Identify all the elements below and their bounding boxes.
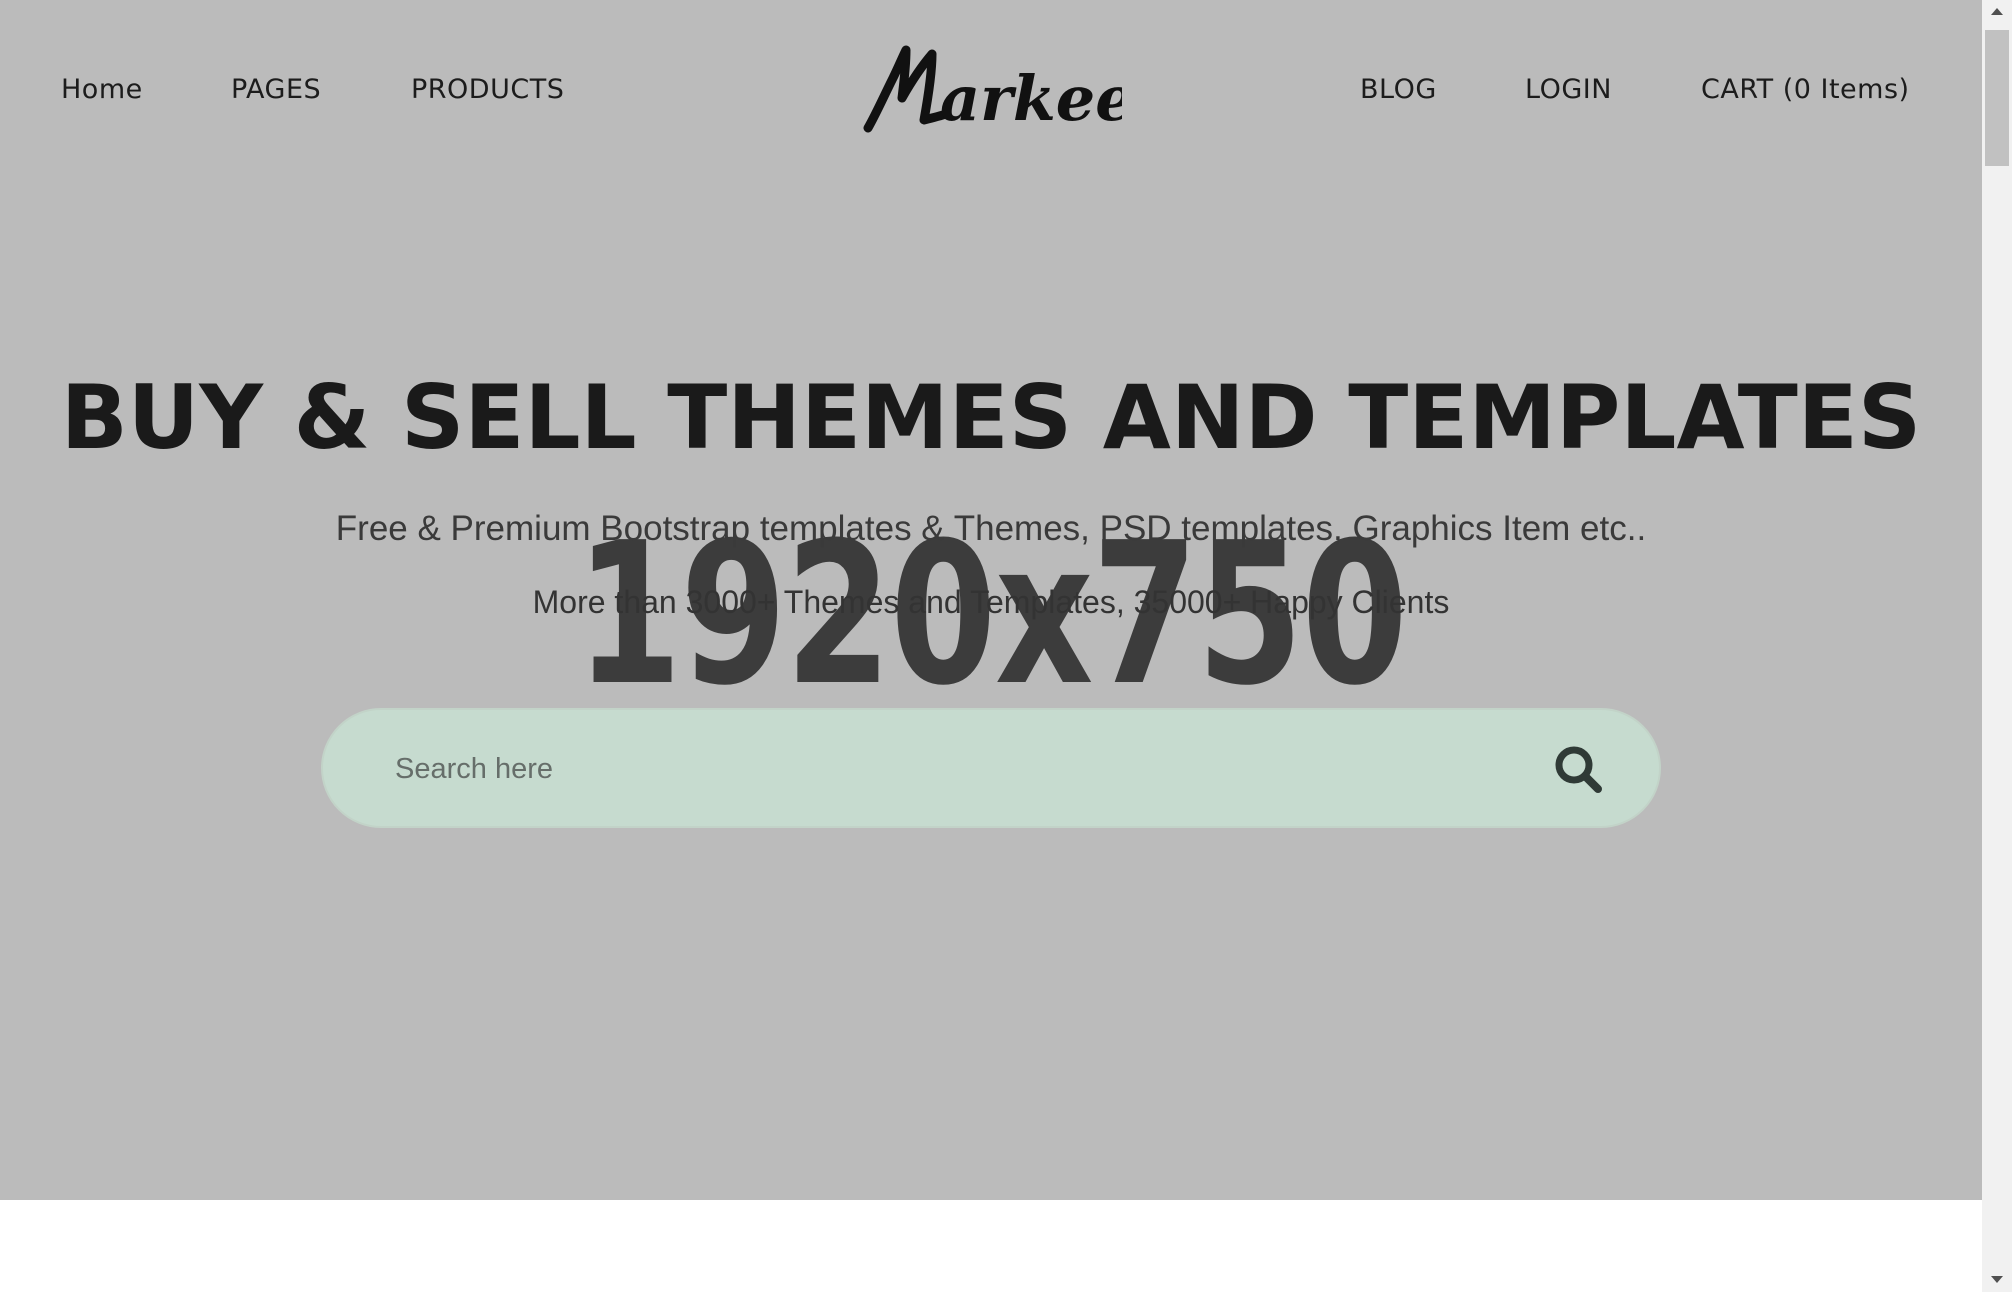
nav-pages[interactable]: PAGES [231,68,321,112]
search-bar [321,708,1661,828]
page: 1920x750 Home PAGES PRODUCTS arkee BLOG … [0,0,2012,1292]
nav-blog[interactable]: BLOG [1360,68,1437,112]
logo-wordmark: arkee [863,45,1135,135]
nav-cart[interactable]: CART (0 Items) [1701,68,1910,112]
scrollbar-thumb[interactable] [1985,30,2009,166]
nav-home[interactable]: Home [61,68,143,112]
hero-section: 1920x750 Home PAGES PRODUCTS arkee BLOG … [0,0,1982,1200]
search-icon [1555,746,1602,793]
scroll-down-arrow[interactable] [1982,1266,2012,1292]
content-area [0,1200,1982,1292]
nav-login[interactable]: LOGIN [1525,68,1612,112]
vertical-scrollbar[interactable] [1982,0,2012,1292]
caret-down-icon [1991,1276,2003,1283]
hero-subtitle: Free & Premium Bootstrap templates & The… [335,509,1647,548]
logo-text: arkee [940,62,1122,135]
site-logo[interactable]: arkee [862,44,1135,136]
search-button[interactable] [1551,742,1607,798]
caret-up-icon [1991,8,2003,15]
hero-title: BUY & SELL THEMES AND TEMPLATES [60,366,1922,469]
scroll-up-arrow[interactable] [1982,0,2012,26]
nav-products[interactable]: PRODUCTS [411,68,564,112]
hero-stats: More than 3000+ Themes and Templates, 35… [532,584,1450,620]
search-input[interactable] [393,738,1497,800]
